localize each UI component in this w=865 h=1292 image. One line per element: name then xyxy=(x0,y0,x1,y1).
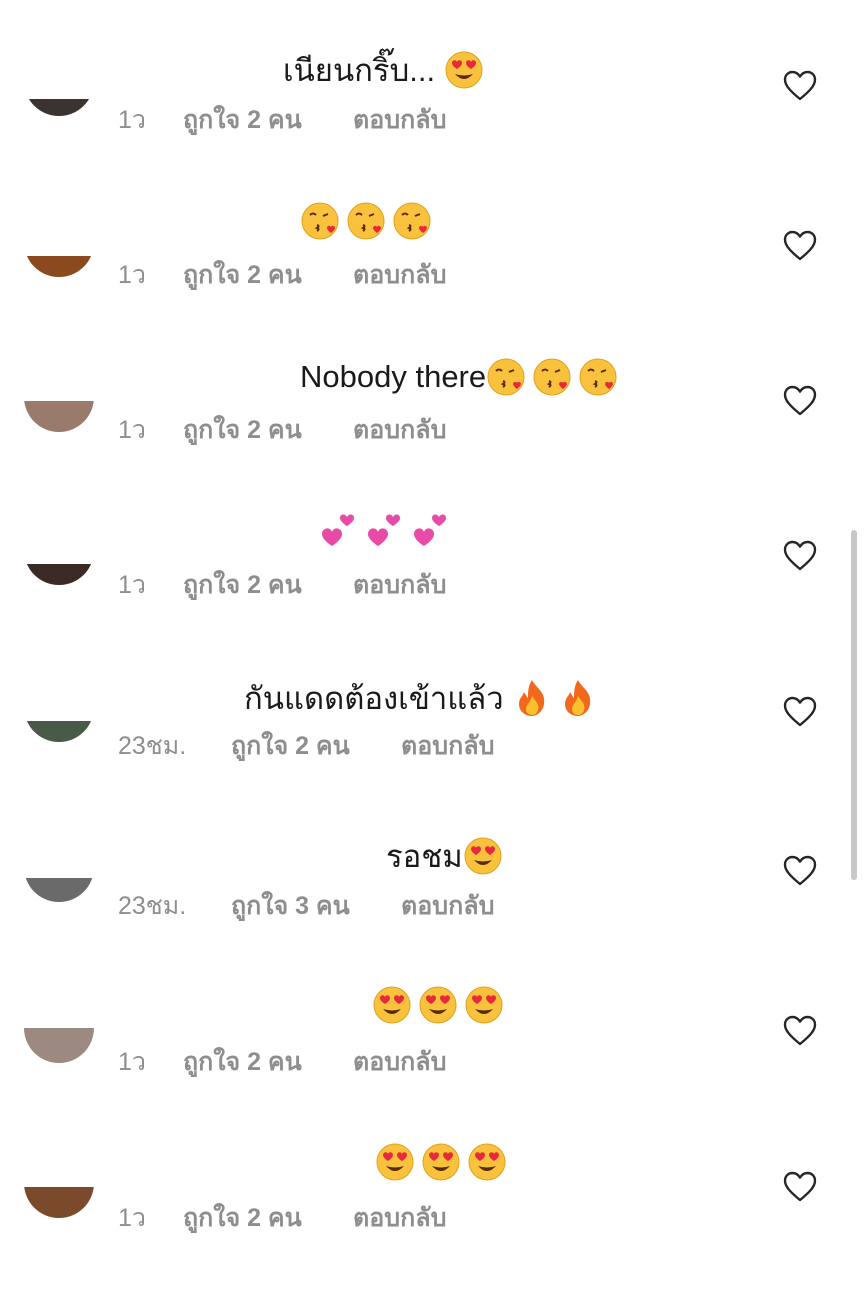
two-hearts-emoji-icon xyxy=(364,510,404,546)
avatar[interactable] xyxy=(24,1148,94,1218)
comment-timestamp: 1ว xyxy=(118,261,146,289)
reply-button[interactable]: ตอบกลับ xyxy=(353,255,446,295)
reply-button[interactable]: ตอบกลับ xyxy=(353,410,446,450)
heart-outline-icon[interactable] xyxy=(783,540,817,572)
reply-button[interactable]: ตอบกลับ xyxy=(353,100,446,140)
comment-item: 1ว ถูกใจ 2 คน ตอบกลับ xyxy=(0,1090,865,1240)
comment-text xyxy=(318,510,450,550)
heart-outline-icon[interactable] xyxy=(783,70,817,102)
likes-count-button[interactable]: ถูกใจ 2 คน xyxy=(183,1198,353,1238)
heart-eyes-emoji-icon xyxy=(375,1142,415,1181)
fire-emoji-icon xyxy=(512,678,552,716)
comment-meta: 1ว ถูกใจ 2 คน ตอบกลับ xyxy=(118,100,446,140)
heart-eyes-emoji-icon xyxy=(463,836,503,875)
comment-text xyxy=(300,201,432,241)
heart-eyes-emoji-icon xyxy=(444,50,484,89)
avatar[interactable] xyxy=(24,46,94,116)
avatar[interactable] xyxy=(24,672,94,742)
comment-meta: 23ชม. ถูกใจ 2 คน ตอบกลับ xyxy=(118,726,494,766)
likes-count-button[interactable]: ถูกใจ 2 คน xyxy=(183,100,353,140)
comment-timestamp: 1ว xyxy=(118,416,146,444)
comment-body: รอชม xyxy=(386,839,463,874)
comment-timestamp: 23ชม. xyxy=(118,732,187,760)
heart-outline-icon[interactable] xyxy=(783,385,817,417)
likes-count-button[interactable]: ถูกใจ 2 คน xyxy=(183,565,353,605)
reply-button[interactable]: ตอบกลับ xyxy=(353,1198,446,1238)
comment-item: เนียนกริ๊บ... 1ว ถูกใจ 2 คน ตอบกลับ xyxy=(0,0,865,150)
comment-meta: 1ว ถูกใจ 2 คน ตอบกลับ xyxy=(118,255,446,295)
comment-item: 1ว ถูกใจ 2 คน ตอบกลับ xyxy=(0,155,865,305)
comment-body: Nobody there xyxy=(300,359,487,394)
avatar[interactable] xyxy=(24,993,94,1063)
scrollbar[interactable] xyxy=(851,530,857,880)
comment-text xyxy=(372,985,504,1025)
reply-button[interactable]: ตอบกลับ xyxy=(353,565,446,605)
heart-outline-icon[interactable] xyxy=(783,1171,817,1203)
comment-item: กันแดดต้องเข้าแล้ว 23ชม. ถูกใจ 2 คน ตอบกลั… xyxy=(0,620,865,770)
avatar[interactable] xyxy=(24,515,94,585)
kiss-emoji-icon xyxy=(532,357,572,396)
comment-meta: 1ว ถูกใจ 2 คน ตอบกลับ xyxy=(118,1198,446,1238)
avatar[interactable] xyxy=(24,362,94,432)
fire-emoji-icon xyxy=(558,678,598,716)
comment-timestamp: 1ว xyxy=(118,571,146,599)
reply-button[interactable]: ตอบกลับ xyxy=(401,726,494,766)
two-hearts-emoji-icon xyxy=(318,510,358,546)
comment-body: เนียนกริ๊บ... xyxy=(283,53,444,88)
likes-count-button[interactable]: ถูกใจ 2 คน xyxy=(183,1042,353,1082)
heart-outline-icon[interactable] xyxy=(783,696,817,728)
comment-text xyxy=(375,1142,507,1182)
kiss-emoji-icon xyxy=(392,201,432,240)
likes-count-button[interactable]: ถูกใจ 3 คน xyxy=(231,886,401,926)
comment-body: กันแดดต้องเข้าแล้ว xyxy=(244,681,513,716)
comment-meta: 23ชม. ถูกใจ 3 คน ตอบกลับ xyxy=(118,886,494,926)
kiss-emoji-icon xyxy=(486,357,526,396)
reply-button[interactable]: ตอบกลับ xyxy=(401,886,494,926)
avatar[interactable] xyxy=(24,832,94,902)
heart-outline-icon[interactable] xyxy=(783,230,817,262)
likes-count-button[interactable]: ถูกใจ 2 คน xyxy=(183,410,353,450)
heart-eyes-emoji-icon xyxy=(467,1142,507,1181)
comment-text: Nobody there xyxy=(300,357,618,397)
kiss-emoji-icon xyxy=(578,357,618,396)
comment-meta: 1ว ถูกใจ 2 คน ตอบกลับ xyxy=(118,410,446,450)
avatar[interactable] xyxy=(24,207,94,277)
heart-eyes-emoji-icon xyxy=(372,985,412,1024)
heart-eyes-emoji-icon xyxy=(418,985,458,1024)
comment-item: 1ว ถูกใจ 2 คน ตอบกลับ xyxy=(0,935,865,1085)
two-hearts-emoji-icon xyxy=(410,510,450,546)
comment-text: รอชม xyxy=(386,831,503,881)
comment-text: เนียนกริ๊บ... xyxy=(283,45,484,95)
kiss-emoji-icon xyxy=(346,201,386,240)
comment-item: รอชม 23ชม. ถูกใจ 3 คน ตอบกลับ xyxy=(0,780,865,930)
kiss-emoji-icon xyxy=(300,201,340,240)
comment-timestamp: 1ว xyxy=(118,1048,146,1076)
heart-eyes-emoji-icon xyxy=(421,1142,461,1181)
heart-eyes-emoji-icon xyxy=(464,985,504,1024)
comment-meta: 1ว ถูกใจ 2 คน ตอบกลับ xyxy=(118,1042,446,1082)
comment-text: กันแดดต้องเข้าแล้ว xyxy=(244,673,598,723)
likes-count-button[interactable]: ถูกใจ 2 คน xyxy=(231,726,401,766)
heart-outline-icon[interactable] xyxy=(783,1015,817,1047)
heart-outline-icon[interactable] xyxy=(783,855,817,887)
comment-timestamp: 1ว xyxy=(118,106,146,134)
comment-meta: 1ว ถูกใจ 2 คน ตอบกลับ xyxy=(118,565,446,605)
reply-button[interactable]: ตอบกลับ xyxy=(353,1042,446,1082)
comment-item: 1ว ถูกใจ 2 คน ตอบกลับ xyxy=(0,465,865,615)
comment-item: Nobody there 1ว ถูกใจ 2 คน ตอบกลับ xyxy=(0,310,865,460)
comment-timestamp: 1ว xyxy=(118,1204,146,1232)
likes-count-button[interactable]: ถูกใจ 2 คน xyxy=(183,255,353,295)
comment-timestamp: 23ชม. xyxy=(118,892,187,920)
